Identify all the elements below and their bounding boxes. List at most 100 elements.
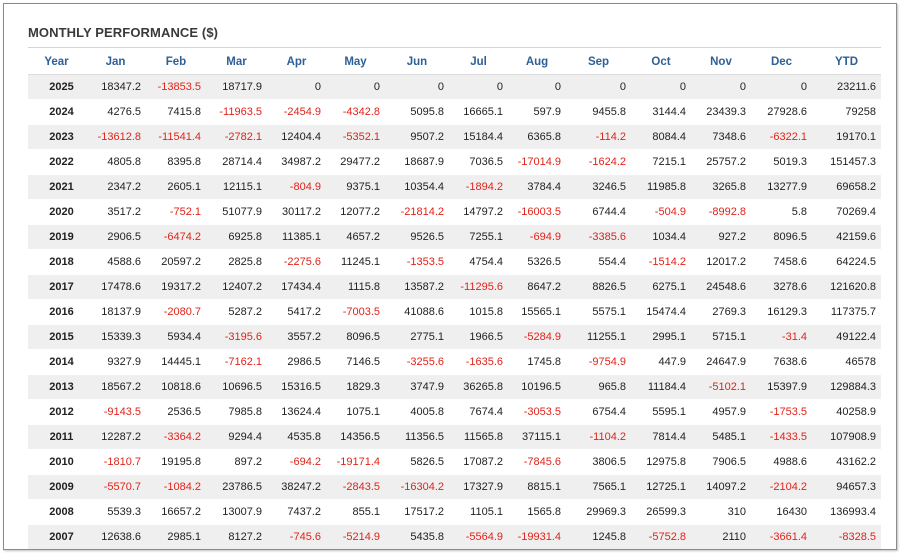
table-row: 2010 -1810.7 19195.8 897.2 -694.2 -19171.4 582…: [28, 449, 881, 475]
value-cell-jul: -5564.9: [449, 524, 508, 549]
value-cell-jul: 1966.5: [449, 324, 508, 350]
value-cell-jun: 11356.5: [385, 424, 449, 450]
value-cell-aug: 8815.1: [508, 474, 566, 500]
value-cell-oct: 15474.4: [631, 299, 691, 325]
value-cell-mar: 8127.2: [206, 524, 267, 549]
value-cell-may: -19171.4: [326, 449, 385, 475]
value-cell-dec: 27928.6: [751, 99, 812, 125]
value-cell-feb: -1084.2: [146, 474, 206, 500]
value-cell-feb: 2985.1: [146, 524, 206, 549]
value-cell-feb: 7415.8: [146, 99, 206, 125]
value-cell-dec: 7458.6: [751, 249, 812, 275]
value-cell-jul: -11295.6: [449, 274, 508, 300]
table-row: 2024 4276.5 7415.8 -11963.5 -2454.9 -4342.8 50…: [28, 99, 881, 125]
value-cell-dec: -6322.1: [751, 124, 812, 150]
value-cell-mar: 6925.8: [206, 224, 267, 250]
value-cell-apr: -745.6: [267, 524, 326, 549]
value-cell-feb: -752.1: [146, 199, 206, 225]
value-cell-jul: 36265.8: [449, 374, 508, 400]
value-cell-feb: -3364.2: [146, 424, 206, 450]
value-cell-apr: 34987.2: [267, 149, 326, 175]
value-cell-sep: -1104.2: [566, 424, 631, 450]
value-cell-feb: 20597.2: [146, 249, 206, 275]
value-cell-jun: 2775.1: [385, 324, 449, 350]
value-cell-sep: 6754.4: [566, 399, 631, 425]
year-cell: 2009: [28, 474, 85, 500]
value-cell-nov: 310: [691, 499, 751, 525]
value-cell-jul: -1894.2: [449, 174, 508, 200]
value-cell-ytd: 46578: [812, 349, 881, 375]
value-cell-mar: 897.2: [206, 449, 267, 475]
value-cell-jun: -21814.2: [385, 199, 449, 225]
column-header-nov: Nov: [691, 49, 751, 75]
value-cell-dec: 4988.6: [751, 449, 812, 475]
table-row: 2007 12638.6 2985.1 8127.2 -745.6 -5214.9 5435…: [28, 524, 881, 549]
value-cell-dec: 0: [751, 74, 812, 100]
value-cell-jun: 5826.5: [385, 449, 449, 475]
value-cell-jul: 11565.8: [449, 424, 508, 450]
value-cell-apr: 11385.1: [267, 224, 326, 250]
year-cell: 2013: [28, 374, 85, 400]
value-cell-sep: 9455.8: [566, 99, 631, 125]
value-cell-feb: 2605.1: [146, 174, 206, 200]
year-cell: 2008: [28, 499, 85, 525]
value-cell-feb: -11541.4: [146, 124, 206, 150]
value-cell-jun: 5095.8: [385, 99, 449, 125]
title-divider: [28, 47, 881, 48]
value-cell-ytd: 19170.1: [812, 124, 881, 150]
value-cell-aug: 1565.8: [508, 499, 566, 525]
value-cell-may: 29477.2: [326, 149, 385, 175]
value-cell-jun: 41088.6: [385, 299, 449, 325]
value-cell-dec: 16430: [751, 499, 812, 525]
value-cell-jun: 9526.5: [385, 224, 449, 250]
value-cell-sep: 7565.1: [566, 474, 631, 500]
value-cell-dec: 13277.9: [751, 174, 812, 200]
year-cell: 2015: [28, 324, 85, 350]
value-cell-jun: 9507.2: [385, 124, 449, 150]
monthly-performance-table: Year Jan Feb Mar Apr May Jun Jul Aug Sep Oct Nov Dec…: [28, 49, 881, 549]
header-row: Year Jan Feb Mar Apr May Jun Jul Aug Sep Oct Nov Dec…: [28, 49, 881, 75]
value-cell-jan: 12638.6: [85, 524, 146, 549]
value-cell-apr: -2275.6: [267, 249, 326, 275]
value-cell-mar: 12407.2: [206, 274, 267, 300]
value-cell-may: 11245.1: [326, 249, 385, 275]
value-cell-ytd: 129884.3: [812, 374, 881, 400]
value-cell-mar: 28714.4: [206, 149, 267, 175]
value-cell-jul: 16665.1: [449, 99, 508, 125]
value-cell-apr: -694.2: [267, 449, 326, 475]
value-cell-nov: 12017.2: [691, 249, 751, 275]
value-cell-jan: 9327.9: [85, 349, 146, 375]
value-cell-ytd: 64224.5: [812, 249, 881, 275]
year-cell: 2010: [28, 449, 85, 475]
value-cell-sep: -114.2: [566, 124, 631, 150]
value-cell-ytd: 49122.4: [812, 324, 881, 350]
value-cell-oct: 7814.4: [631, 424, 691, 450]
value-cell-apr: 15316.5: [267, 374, 326, 400]
value-cell-sep: 3246.5: [566, 174, 631, 200]
value-cell-mar: 5287.2: [206, 299, 267, 325]
value-cell-jun: 3747.9: [385, 374, 449, 400]
table-row: 2025 18347.2 -13853.5 18717.9 0 0 0 0 0 0 0 0 0 23211…: [28, 74, 881, 100]
value-cell-apr: 4535.8: [267, 424, 326, 450]
value-cell-apr: -804.9: [267, 174, 326, 200]
value-cell-nov: -8992.8: [691, 199, 751, 225]
value-cell-nov: 927.2: [691, 224, 751, 250]
value-cell-dec: 8096.5: [751, 224, 812, 250]
value-cell-jan: -5570.7: [85, 474, 146, 500]
value-cell-ytd: 40258.9: [812, 399, 881, 425]
value-cell-may: -5352.1: [326, 124, 385, 150]
value-cell-may: 855.1: [326, 499, 385, 525]
value-cell-jul: 7036.5: [449, 149, 508, 175]
value-cell-jun: 4005.8: [385, 399, 449, 425]
value-cell-jan: 18137.9: [85, 299, 146, 325]
value-cell-nov: 14097.2: [691, 474, 751, 500]
value-cell-dec: -1753.5: [751, 399, 812, 425]
year-cell: 2012: [28, 399, 85, 425]
value-cell-aug: -5284.9: [508, 324, 566, 350]
value-cell-ytd: 79258: [812, 99, 881, 125]
value-cell-oct: 26599.3: [631, 499, 691, 525]
value-cell-aug: -3053.5: [508, 399, 566, 425]
value-cell-jul: 1015.8: [449, 299, 508, 325]
value-cell-dec: 7638.6: [751, 349, 812, 375]
value-cell-may: 4657.2: [326, 224, 385, 250]
